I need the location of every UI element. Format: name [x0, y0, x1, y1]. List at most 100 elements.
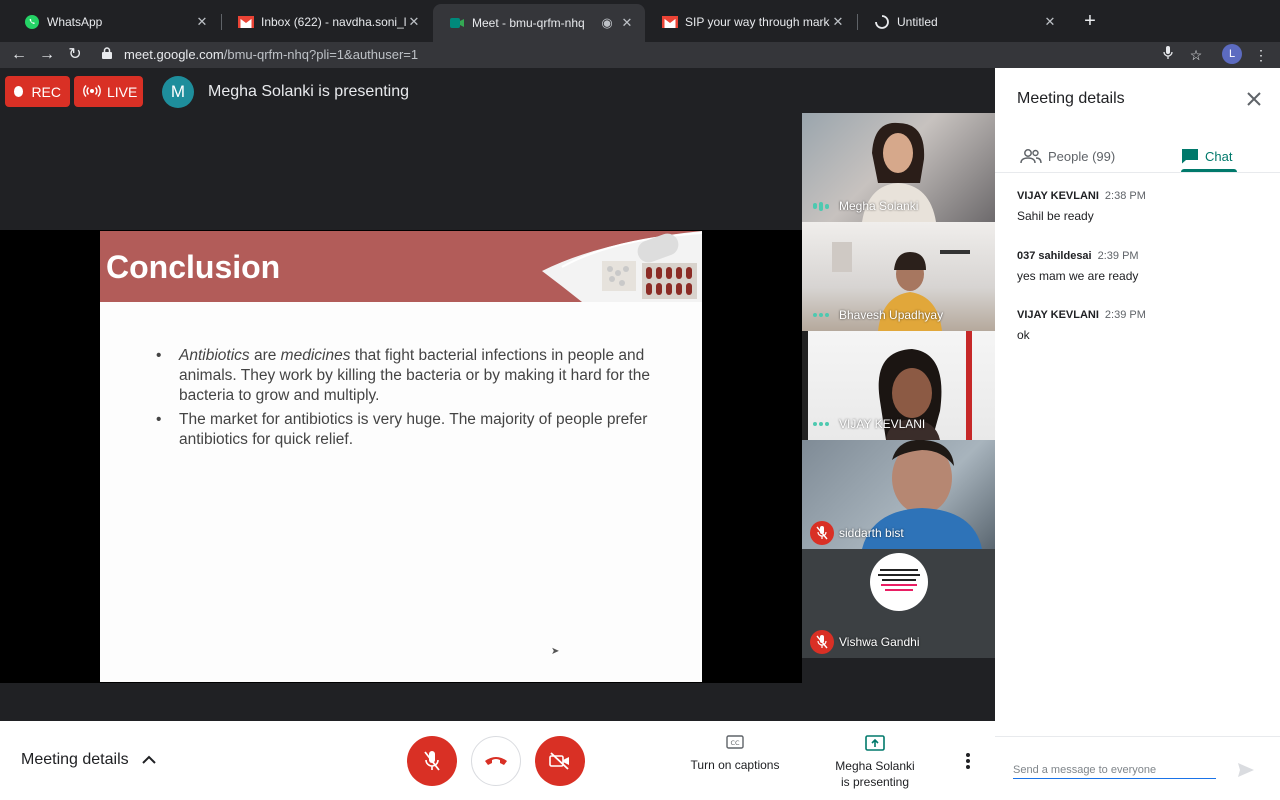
presenting-line-2: is presenting: [840, 775, 910, 789]
meeting-stage: REC LIVE M Megha Solanki is presenting C…: [0, 68, 995, 721]
message-text: yes mam we are ready: [1017, 269, 1139, 283]
tab-title: WhatsApp: [47, 15, 103, 29]
slide-bullet: The market for antibiotics is very huge.…: [156, 410, 676, 450]
browser-toolbar: ← → ↻ meet.google.com/bmu-qrfm-nhq?pli=1…: [0, 42, 1280, 68]
more-options-icon[interactable]: [958, 751, 978, 771]
kebab-menu-icon[interactable]: ⋮: [1250, 44, 1272, 66]
recording-label: REC: [31, 83, 61, 100]
loading-icon: [874, 14, 890, 30]
live-badge: LIVE: [74, 76, 143, 107]
people-tab-label: People (99): [1048, 148, 1116, 164]
captions-button[interactable]: CC Turn on captions: [686, 733, 784, 773]
mic-off-icon: [810, 521, 834, 545]
tab-title: Meet - bmu-qrfm-nhq: [472, 16, 585, 30]
message-sender: VIJAY KEVLANI: [1017, 190, 1099, 202]
participant-name: Bhavesh Upadhyay: [839, 308, 944, 322]
audio-idle-icon: [813, 421, 829, 427]
presenting-line-1: Megha Solanki: [835, 759, 915, 773]
close-icon[interactable]: [1244, 89, 1264, 109]
slide-bullet: Antibiotics are medicines that fight bac…: [156, 346, 676, 406]
address-bar[interactable]: meet.google.com/bmu-qrfm-nhq?pli=1&authu…: [98, 42, 1218, 66]
tab-title: SIP your way through market p...: [685, 15, 830, 29]
url-host: meet.google.com: [124, 46, 224, 62]
closed-captions-icon: CC: [726, 735, 744, 749]
new-tab-plus-icon[interactable]: +: [1080, 10, 1100, 32]
recording-indicator-icon: ◉: [601, 15, 613, 30]
participant-tile[interactable]: Bhavesh Upadhyay: [802, 222, 995, 331]
message-time: 2:38 PM: [1104, 190, 1146, 202]
tab-whatsapp[interactable]: WhatsApp ✕: [8, 6, 220, 38]
participant-tile[interactable]: siddarth bist: [802, 440, 995, 549]
tab-chat[interactable]: Chat: [1181, 140, 1232, 172]
mic-off-icon: [424, 751, 440, 771]
broadcast-icon: [83, 84, 101, 100]
message-text: ok: [1017, 328, 1030, 342]
close-icon[interactable]: ✕: [194, 14, 210, 30]
panel-title: Meeting details: [1017, 90, 1125, 107]
close-icon[interactable]: ✕: [1042, 14, 1058, 30]
participant-name: Megha Solanki: [839, 199, 919, 213]
slide-bullets: Antibiotics are medicines that fight bac…: [156, 346, 676, 454]
reload-icon[interactable]: ↻: [64, 44, 86, 66]
participant-tile[interactable]: Vishwa Gandhi: [802, 549, 995, 658]
whatsapp-icon: [24, 14, 40, 30]
message-time: 2:39 PM: [1097, 250, 1139, 262]
tab-meet[interactable]: Meet - bmu-qrfm-nhq ◉ ✕: [433, 4, 645, 42]
chat-message: VIJAY KEVLANI 2:39 PM ok: [1017, 305, 1267, 342]
svg-text:CC: CC: [730, 739, 740, 747]
tab-title: Inbox (622) - navdha.soni_ljip@...: [261, 15, 406, 29]
chat-message: VIJAY KEVLANI 2:38 PM Sahil be ready: [1017, 186, 1267, 223]
chat-compose: [995, 736, 1280, 800]
participant-tile[interactable]: Megha Solanki: [802, 113, 995, 222]
tab-people[interactable]: People (99): [1020, 140, 1115, 172]
tab-gmail-inbox[interactable]: Inbox (622) - navdha.soni_ljip@... ✕: [222, 6, 432, 38]
camera-toggle-button[interactable]: [535, 736, 585, 786]
tab-untitled[interactable]: Untitled ✕: [858, 6, 1068, 38]
lock-icon: [98, 46, 116, 62]
microphone-icon[interactable]: [1157, 44, 1179, 66]
forward-arrow-icon[interactable]: →: [36, 44, 58, 66]
pills-image: [542, 231, 702, 302]
message-sender: 037 sahildesai: [1017, 250, 1092, 262]
slide-bullet-text: are: [249, 347, 281, 364]
record-dot-icon: [14, 86, 24, 97]
tab-title: Untitled: [897, 15, 938, 29]
chat-message-input[interactable]: [1013, 761, 1216, 779]
audio-active-icon: [813, 201, 829, 211]
close-icon[interactable]: ✕: [619, 15, 635, 31]
back-arrow-icon[interactable]: ←: [8, 44, 30, 66]
slide-bullet-emphasis: medicines: [280, 347, 351, 364]
bookmark-star-icon[interactable]: ☆: [1185, 44, 1207, 66]
close-icon[interactable]: ✕: [406, 14, 422, 30]
participant-avatar: [870, 553, 928, 611]
meeting-details-toggle[interactable]: Meeting details: [21, 751, 129, 769]
presenter-status: Megha Solanki is presenting: [208, 83, 410, 100]
tab-divider: [995, 172, 1280, 173]
present-now-button[interactable]: Megha Solanki is presenting: [826, 734, 924, 790]
meeting-details-panel: Meeting details People (99) Chat VIJAY K…: [995, 68, 1280, 800]
audio-idle-icon: [813, 312, 829, 318]
camera-off-icon: [549, 752, 569, 770]
mic-off-icon: [810, 630, 834, 654]
message-time: 2:39 PM: [1104, 309, 1146, 321]
profile-avatar[interactable]: L: [1222, 44, 1242, 64]
live-label: LIVE: [107, 83, 138, 100]
participant-name: VIJAY KEVLANI: [839, 417, 926, 431]
tab-sip-email[interactable]: SIP your way through market p... ✕: [646, 6, 856, 38]
send-icon[interactable]: [1237, 761, 1255, 779]
meeting-controls-bar: Meeting details CC Turn on captions Megh…: [0, 721, 995, 800]
captions-label: Turn on captions: [690, 758, 780, 772]
presentation-slide: Conclusion Antibiotics are medicines tha…: [100, 231, 702, 682]
mic-toggle-button[interactable]: [407, 736, 457, 786]
recording-badge: REC: [5, 76, 70, 107]
leave-call-button[interactable]: [471, 736, 521, 786]
chevron-up-icon[interactable]: [141, 751, 157, 769]
close-icon[interactable]: ✕: [830, 14, 846, 30]
participant-tile[interactable]: VIJAY KEVLANI: [802, 331, 995, 440]
hang-up-icon: [485, 757, 507, 765]
chat-tab-label: Chat: [1205, 148, 1233, 164]
slide-title: Conclusion: [106, 249, 281, 285]
url-path: /bmu-qrfm-nhq?pli=1&authuser=1: [223, 46, 419, 62]
message-sender: VIJAY KEVLANI: [1017, 309, 1099, 321]
gmail-icon: [662, 14, 678, 30]
